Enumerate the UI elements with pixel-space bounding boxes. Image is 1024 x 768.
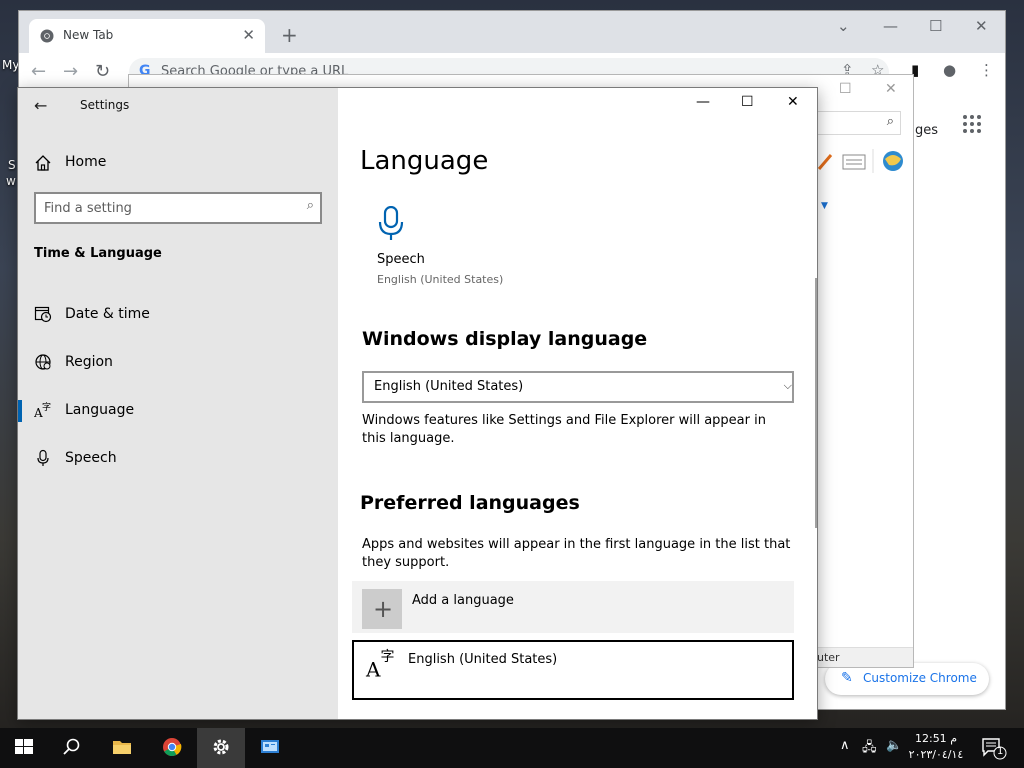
file-explorer-icon bbox=[113, 741, 131, 754]
app-title: Settings bbox=[80, 98, 130, 112]
chevron-up-icon[interactable]: ∧ bbox=[840, 738, 850, 753]
pencil-icon: ✎ bbox=[841, 670, 853, 686]
find-setting-input[interactable] bbox=[44, 198, 284, 218]
sidebar-item-region[interactable]: Region bbox=[18, 342, 338, 382]
sidebar-item-home[interactable]: Home bbox=[18, 146, 338, 180]
chrome-tab-title: New Tab bbox=[63, 28, 114, 42]
preferred-languages-description: Apps and websites will appear in the fir… bbox=[362, 537, 791, 570]
microphone-icon bbox=[37, 449, 49, 466]
page-title: Language bbox=[360, 146, 489, 176]
preferred-languages-heading: Preferred languages bbox=[360, 492, 580, 514]
close-tab-icon[interactable]: ✕ bbox=[242, 26, 255, 44]
notification-count: 1 bbox=[997, 746, 1004, 757]
tab-search-icon[interactable]: ⌄ bbox=[837, 17, 850, 35]
search-icon bbox=[63, 738, 80, 755]
status-text: uter bbox=[817, 651, 840, 664]
search-button[interactable] bbox=[48, 728, 96, 768]
settings-content: Language Speech English (United States) … bbox=[338, 88, 819, 719]
add-language-label: Add a language bbox=[412, 593, 514, 608]
language-list-item[interactable]: A字 English (United States) bbox=[352, 640, 794, 700]
selection-indicator bbox=[18, 400, 22, 422]
svg-text:字: 字 bbox=[42, 401, 51, 413]
speech-tile-sublabel: English (United States) bbox=[377, 273, 504, 286]
desktop-label-fragment: w bbox=[6, 174, 16, 188]
calendar-clock-icon bbox=[34, 306, 52, 323]
chrome-icon bbox=[163, 738, 182, 757]
minimize-icon[interactable]: — bbox=[883, 17, 898, 35]
clock[interactable]: 12:51 م ٢٠٢٣/٠٤/١٤ bbox=[900, 731, 972, 763]
notification-icon bbox=[982, 738, 1007, 760]
display-language-value: English (United States) bbox=[374, 379, 524, 394]
sidebar-item-label: Region bbox=[65, 354, 113, 370]
control-panel-search[interactable]: ⌕ bbox=[817, 111, 901, 135]
clock-time: 12:51 م bbox=[914, 732, 957, 745]
control-panel-toolbar bbox=[817, 149, 913, 173]
find-setting-field[interactable]: ⌕ bbox=[34, 192, 322, 224]
action-center-button[interactable]: 1 bbox=[980, 736, 1008, 760]
chrome-tab[interactable]: New Tab ✕ bbox=[29, 19, 265, 53]
sidebar-item-speech[interactable]: Speech bbox=[18, 438, 338, 478]
profile-avatar-icon[interactable]: ● bbox=[943, 61, 956, 79]
globe-icon bbox=[35, 354, 51, 370]
sidebar-item-label: Home bbox=[65, 154, 107, 170]
chrome-tabstrip: New Tab ✕ + ⌄ — ☐ ✕ bbox=[19, 11, 1005, 53]
maximize-icon[interactable]: ☐ bbox=[929, 17, 942, 35]
network-icon[interactable]: 🖧 bbox=[862, 738, 877, 760]
desktop-label-fragment: S bbox=[8, 158, 16, 172]
images-link[interactable]: ges bbox=[915, 123, 938, 138]
control-panel-icon bbox=[261, 740, 279, 753]
new-tab-button[interactable]: + bbox=[281, 23, 298, 47]
speech-tile-label: Speech bbox=[377, 252, 425, 267]
sidebar-item-label: Date & time bbox=[65, 306, 150, 322]
back-arrow-icon[interactable]: ← bbox=[34, 96, 47, 115]
taskbar: ∧ 🖧 🔈 12:51 م ٢٠٢٣/٠٤/١٤ 1 bbox=[0, 728, 1024, 768]
chevron-down-icon[interactable]: ▼ bbox=[821, 201, 828, 211]
apps-grid-icon[interactable] bbox=[963, 115, 981, 133]
language-item-label: English (United States) bbox=[408, 652, 558, 667]
close-window-icon[interactable]: ✕ bbox=[975, 17, 988, 35]
back-icon[interactable]: ← bbox=[31, 61, 46, 82]
section-title: Time & Language bbox=[34, 246, 162, 261]
sidebar-item-label: Language bbox=[65, 402, 135, 418]
start-button[interactable] bbox=[0, 728, 48, 768]
speech-tile[interactable]: Speech English (United States) bbox=[376, 206, 516, 292]
chevron-down-icon: ⌵ bbox=[783, 379, 792, 392]
customize-chrome-label: Customize Chrome bbox=[863, 671, 977, 685]
sidebar-item-date-time[interactable]: Date & time bbox=[18, 294, 338, 334]
control-panel-statusbar: uter bbox=[817, 647, 913, 667]
settings-window: ← Settings Home ⌕ Time & Language Date &… bbox=[17, 87, 818, 720]
menu-kebab-icon[interactable]: ⋮ bbox=[979, 61, 994, 79]
sidebar-item-language[interactable]: A 字 Language bbox=[18, 390, 338, 430]
control-panel-button[interactable] bbox=[246, 728, 294, 768]
chrome-favicon-icon bbox=[40, 29, 54, 43]
settings-button[interactable] bbox=[197, 728, 245, 768]
add-language-button[interactable]: + Add a language bbox=[352, 581, 794, 633]
display-language-heading: Windows display language bbox=[362, 328, 648, 350]
reload-icon[interactable]: ↻ bbox=[95, 61, 110, 82]
clock-date: ٢٠٢٣/٠٤/١٤ bbox=[908, 748, 964, 761]
language-icon: A字 bbox=[366, 649, 395, 682]
microphone-icon bbox=[378, 206, 404, 240]
start-icon bbox=[15, 739, 33, 754]
chrome-button[interactable] bbox=[148, 728, 196, 768]
display-language-description: Windows features like Settings and File … bbox=[362, 413, 766, 446]
language-icon: A 字 bbox=[34, 401, 51, 419]
forward-icon[interactable]: → bbox=[63, 61, 78, 82]
settings-icon bbox=[213, 739, 229, 755]
search-icon: ⌕ bbox=[306, 198, 314, 213]
search-icon: ⌕ bbox=[886, 114, 894, 129]
file-explorer-button[interactable] bbox=[98, 728, 146, 768]
close-window-icon[interactable]: ✕ bbox=[885, 81, 897, 97]
display-language-select[interactable]: English (United States) ⌵ bbox=[362, 371, 794, 403]
settings-sidebar: ← Settings Home ⌕ Time & Language Date &… bbox=[18, 88, 338, 719]
plus-icon: + bbox=[362, 589, 402, 629]
maximize-icon[interactable]: ☐ bbox=[839, 81, 852, 97]
sidebar-item-label: Speech bbox=[65, 450, 117, 466]
desktop-label-fragment: My bbox=[2, 58, 20, 72]
home-icon bbox=[35, 155, 51, 171]
